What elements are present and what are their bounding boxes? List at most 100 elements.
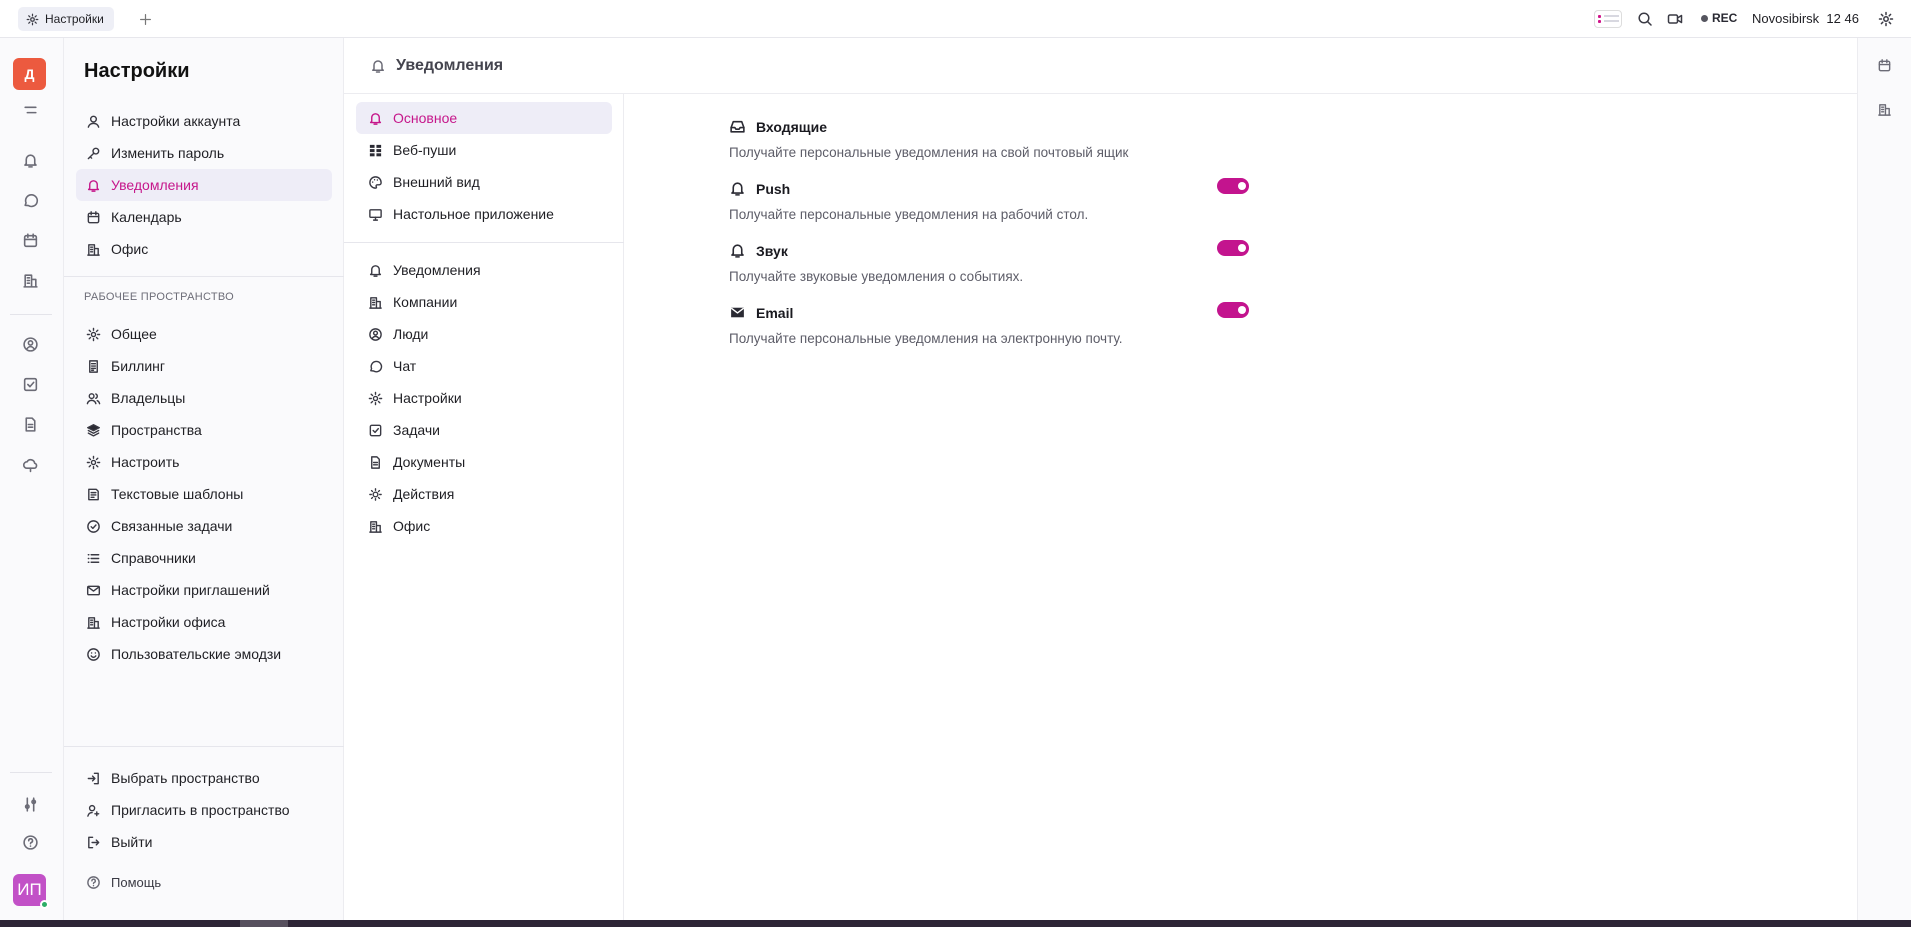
- nav-office-settings[interactable]: Настройки офиса: [76, 606, 332, 638]
- nav-divider: [64, 746, 344, 747]
- subnav-label: Внешний вид: [393, 174, 480, 190]
- workspace-section-heading: РАБОЧЕЕ ПРОСТРАНСТВО: [84, 291, 234, 303]
- nav-logout[interactable]: Выйти: [76, 826, 332, 858]
- receipt-icon: [89, 359, 98, 373]
- gear-icon: [86, 327, 101, 341]
- search-button[interactable]: [1637, 11, 1653, 27]
- nav-item-label: Настройки офиса: [111, 614, 226, 630]
- gear-icon: [26, 13, 39, 25]
- nav-configure[interactable]: Настроить: [76, 446, 332, 478]
- global-settings-button[interactable]: [1878, 11, 1894, 27]
- gear-icon: [368, 391, 383, 405]
- subnav-appearance[interactable]: Внешний вид: [356, 166, 612, 198]
- location-clock: Novosibirsk 12 46: [1752, 11, 1859, 26]
- rail-sliders-button[interactable]: [20, 794, 40, 814]
- right-calendar-button[interactable]: [1877, 58, 1892, 73]
- nav-spaces[interactable]: Пространства: [76, 414, 332, 446]
- nav-help[interactable]: Помощь: [76, 866, 332, 898]
- rail-tasks-button[interactable]: [20, 374, 40, 394]
- rail-people-button[interactable]: [20, 334, 40, 354]
- nav-text-templates[interactable]: Текстовые шаблоны: [76, 478, 332, 510]
- notification-description: Получайте персональные уведомления на св…: [729, 145, 1129, 160]
- nav-select-space[interactable]: Выбрать пространство: [76, 762, 332, 794]
- nav-notifications[interactable]: Уведомления: [76, 169, 332, 201]
- subnav-web-push[interactable]: Веб-пуши: [356, 134, 612, 166]
- video-icon: [1667, 14, 1683, 24]
- person-circle-icon: [369, 327, 382, 341]
- nav-account-settings[interactable]: Настройки аккаунта: [76, 105, 332, 137]
- nav-general[interactable]: Общее: [76, 318, 332, 350]
- palette-icon: [369, 175, 382, 189]
- new-tab-button[interactable]: [134, 8, 156, 30]
- tab-label: Настройки: [45, 12, 104, 26]
- mail-icon: [86, 585, 101, 595]
- nav-item-label: Настройки приглашений: [111, 582, 270, 598]
- rail-notifications-button[interactable]: [20, 150, 40, 170]
- nav-change-password[interactable]: Изменить пароль: [76, 137, 332, 169]
- document-icon: [24, 416, 36, 432]
- tab-settings[interactable]: Настройки: [18, 7, 114, 31]
- list-icon: [87, 553, 100, 563]
- page-title: Настройки: [84, 60, 190, 82]
- record-label: REC: [1712, 11, 1738, 25]
- inbox-icon: [730, 120, 745, 133]
- nav-billing[interactable]: Биллинг: [76, 350, 332, 382]
- nav-calendar[interactable]: Календарь: [76, 201, 332, 233]
- nav-office[interactable]: Офис: [76, 233, 332, 265]
- office-icon: [1878, 104, 1891, 116]
- subnav-tasks[interactable]: Задачи: [356, 414, 612, 446]
- subnav-notifications[interactable]: Уведомления: [356, 254, 612, 286]
- subnav-label: Основное: [393, 110, 458, 126]
- sound-toggle[interactable]: [1217, 240, 1249, 256]
- nav-item-label: Календарь: [111, 209, 182, 225]
- subnav-chat[interactable]: Чат: [356, 350, 612, 382]
- notification-title-text: Звук: [756, 242, 788, 259]
- nav-invitation-settings[interactable]: Настройки приглашений: [76, 574, 332, 606]
- push-toggle[interactable]: [1217, 178, 1249, 194]
- notification-title-text: Push: [756, 180, 791, 197]
- nav-item-label: Настройки аккаунта: [111, 113, 241, 129]
- bell-icon: [87, 179, 100, 192]
- add-user-icon: [87, 804, 100, 817]
- rail-chat-button[interactable]: [20, 190, 40, 210]
- sun-icon: [369, 487, 382, 501]
- subnav-documents[interactable]: Документы: [356, 446, 612, 478]
- nav-related-tasks[interactable]: Связанные задачи: [76, 510, 332, 542]
- rail-cloud-button[interactable]: [20, 454, 40, 474]
- user-avatar[interactable]: ИП: [13, 874, 49, 909]
- nav-item-label: Уведомления: [111, 177, 199, 193]
- nav-item-label: Пригласить в пространство: [111, 802, 290, 818]
- nav-item-label: Владельцы: [111, 390, 186, 406]
- taskbar-active-item[interactable]: [240, 920, 288, 927]
- subnav-actions[interactable]: Действия: [356, 478, 612, 510]
- record-button[interactable]: REC: [1701, 11, 1737, 25]
- nav-custom-emoji[interactable]: Пользовательские эмодзи: [76, 638, 332, 670]
- rail-help-button[interactable]: [20, 832, 40, 852]
- nav-invite-to-space[interactable]: Пригласить в пространство: [76, 794, 332, 826]
- rail-office-button[interactable]: [20, 270, 40, 290]
- rail-documents-button[interactable]: [20, 414, 40, 434]
- rail-calendar-button[interactable]: [20, 230, 40, 250]
- settings-nav: Настройки Настройки аккаунта Изменить па…: [64, 38, 344, 920]
- right-office-button[interactable]: [1877, 102, 1892, 117]
- user-initials: ИП: [17, 880, 42, 899]
- os-taskbar: [0, 920, 1911, 927]
- nav-divider: [64, 276, 344, 277]
- office-icon: [22, 273, 38, 288]
- panel-toggle-button[interactable]: [1594, 10, 1622, 28]
- video-button[interactable]: [1667, 11, 1683, 27]
- subnav-desktop-app[interactable]: Настольное приложение: [356, 198, 612, 230]
- menu-button[interactable]: [20, 100, 40, 120]
- nav-item-label: Пространства: [111, 422, 202, 438]
- nav-directories[interactable]: Справочники: [76, 542, 332, 574]
- email-toggle[interactable]: [1217, 302, 1249, 318]
- calendar-icon: [87, 210, 100, 223]
- nav-owners[interactable]: Владельцы: [76, 382, 332, 414]
- tasks-icon: [23, 377, 37, 391]
- subnav-general[interactable]: Основное: [356, 102, 612, 134]
- subnav-companies[interactable]: Компании: [356, 286, 612, 318]
- subnav-people[interactable]: Люди: [356, 318, 612, 350]
- subnav-office[interactable]: Офис: [356, 510, 612, 542]
- workspace-logo[interactable]: Д: [13, 58, 46, 90]
- subnav-settings[interactable]: Настройки: [356, 382, 612, 414]
